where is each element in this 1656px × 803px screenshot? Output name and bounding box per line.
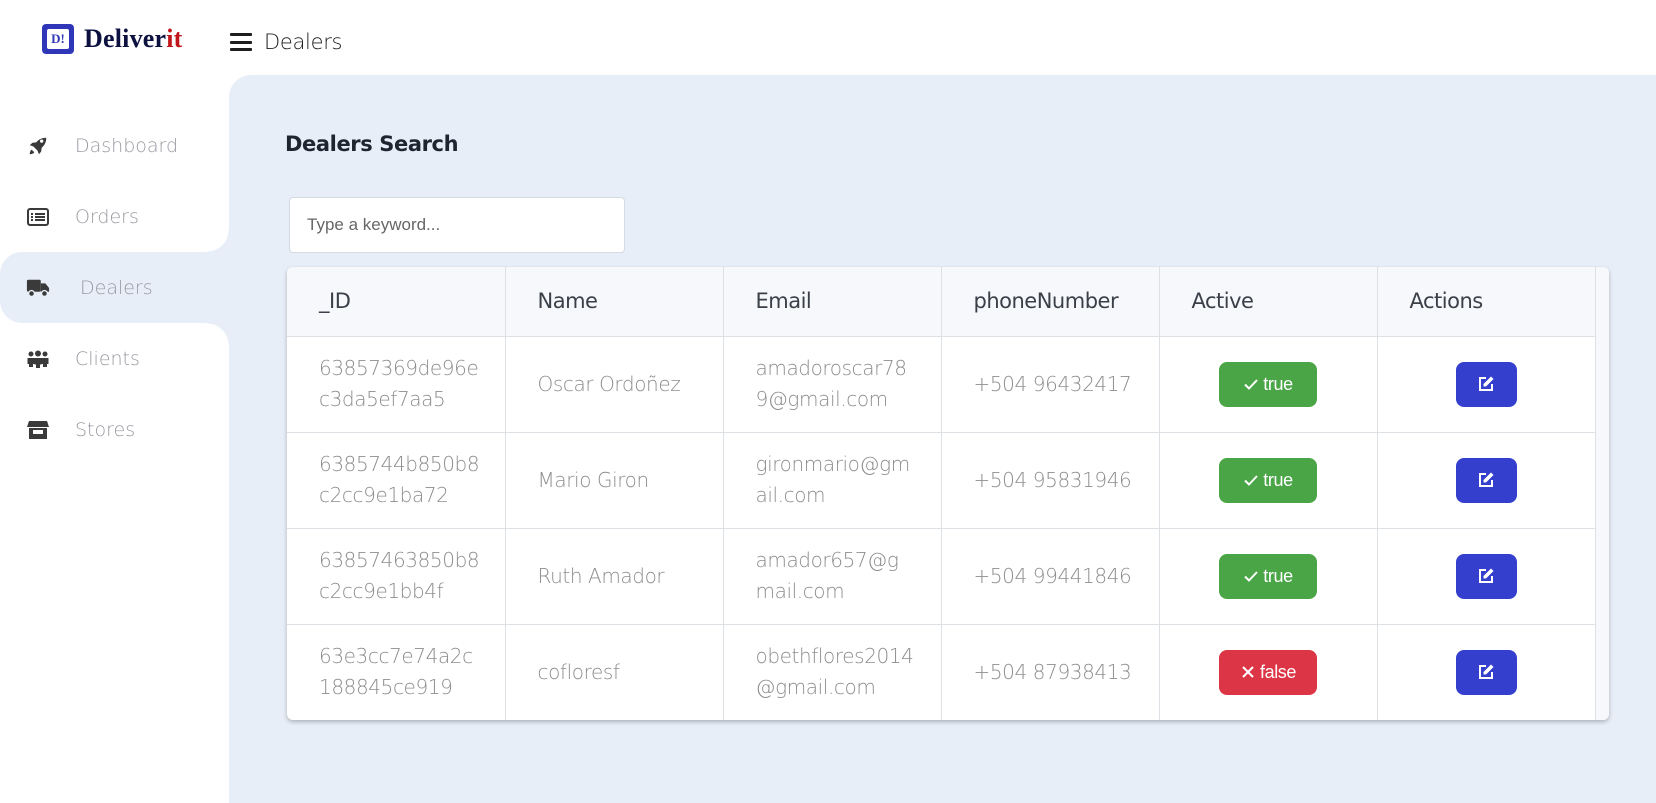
table-row: 6385744b850b8c2cc9e1ba72 Mario Giron gir… xyxy=(287,432,1596,529)
page-title: Dealers xyxy=(264,30,343,54)
cell-email: amador657@gmail.com xyxy=(723,528,942,625)
hamburger-icon[interactable] xyxy=(230,33,252,51)
sidebar-item-label: Stores xyxy=(75,418,136,441)
cell-id: 63857463850b8c2cc9e1bb4f xyxy=(287,528,506,625)
sidebar-item-orders[interactable]: Orders xyxy=(0,181,229,252)
cell-active: true xyxy=(1159,528,1378,625)
check-icon xyxy=(1244,571,1259,582)
cell-name: Ruth Amador xyxy=(505,528,724,625)
status-badge[interactable]: false xyxy=(1219,649,1317,695)
sidebar-item-label: Dealers xyxy=(80,276,153,299)
store-icon xyxy=(26,418,50,442)
logo-badge: D! xyxy=(42,24,74,54)
status-badge-label: true xyxy=(1263,469,1293,490)
check-icon xyxy=(1244,379,1259,390)
topbar: Dealers xyxy=(230,30,343,54)
sidebar-item-label: Orders xyxy=(75,205,139,228)
cell-id: 6385744b850b8c2cc9e1ba72 xyxy=(287,432,506,529)
edit-button[interactable] xyxy=(1455,457,1517,503)
logo-text: Deliverit xyxy=(84,24,183,54)
cell-actions xyxy=(1377,528,1596,625)
users-icon xyxy=(26,347,50,371)
table-row: 63e3cc7e74a2c188845ce919 cofloresf obeth… xyxy=(287,624,1596,720)
sidebar-item-clients[interactable]: Clients xyxy=(0,323,229,394)
logo-name-main: Deliver xyxy=(84,24,167,53)
logo-name-accent: it xyxy=(166,24,183,53)
table-row: 63857369de96ec3da5ef7aa5 Oscar Ordoñez a… xyxy=(287,336,1596,433)
table-header-row: _ID Name Email phoneNumber Active Action… xyxy=(287,267,1596,337)
column-header-id[interactable]: _ID xyxy=(287,267,506,337)
cell-actions xyxy=(1377,432,1596,529)
app-logo[interactable]: D! Deliverit xyxy=(42,24,183,54)
edit-button[interactable] xyxy=(1455,361,1517,407)
x-icon xyxy=(1242,666,1254,678)
table-row: 63857463850b8c2cc9e1bb4f Ruth Amador ama… xyxy=(287,528,1596,625)
edit-icon xyxy=(1479,472,1494,487)
cell-phone: +504 96432417 xyxy=(941,336,1160,433)
column-header-active[interactable]: Active xyxy=(1159,267,1378,337)
column-header-name[interactable]: Name xyxy=(505,267,724,337)
rocket-icon xyxy=(26,134,50,158)
status-badge[interactable]: true xyxy=(1219,553,1317,599)
sidebar-item-label: Clients xyxy=(75,347,140,370)
cell-name: cofloresf xyxy=(505,624,724,720)
cell-active: true xyxy=(1159,432,1378,529)
cell-actions xyxy=(1377,624,1596,720)
edit-icon xyxy=(1479,376,1494,391)
dealers-table: _ID Name Email phoneNumber Active Action… xyxy=(287,267,1609,720)
section-title: Dealers Search xyxy=(285,132,459,156)
cell-name: Oscar Ordoñez xyxy=(505,336,724,433)
edit-icon xyxy=(1479,568,1494,583)
main-panel: Dealers Search _ID Name Email phoneNumbe… xyxy=(229,75,1656,803)
cell-name: Mario Giron xyxy=(505,432,724,529)
sidebar-item-label: Dashboard xyxy=(75,134,179,157)
cell-email: amadoroscar789@gmail.com xyxy=(723,336,942,433)
cell-phone: +504 99441846 xyxy=(941,528,1160,625)
cell-actions xyxy=(1377,336,1596,433)
cell-email: obethflores2014@gmail.com xyxy=(723,624,942,720)
column-header-email[interactable]: Email xyxy=(723,267,942,337)
status-badge[interactable]: true xyxy=(1219,457,1317,503)
cell-id: 63e3cc7e74a2c188845ce919 xyxy=(287,624,506,720)
edit-icon xyxy=(1479,664,1494,680)
status-badge-label: true xyxy=(1263,565,1293,586)
sidebar-item-stores[interactable]: Stores xyxy=(0,394,229,465)
cell-active: true xyxy=(1159,336,1378,433)
sidebar-item-dealers[interactable]: Dealers xyxy=(0,230,229,345)
status-badge-label: false xyxy=(1259,661,1297,682)
list-icon xyxy=(26,205,50,229)
cell-id: 63857369de96ec3da5ef7aa5 xyxy=(287,336,506,433)
cell-active: false xyxy=(1159,624,1378,720)
status-badge[interactable]: true xyxy=(1219,361,1317,407)
column-header-actions: Actions xyxy=(1377,267,1596,337)
sidebar-item-dashboard[interactable]: Dashboard xyxy=(0,110,229,181)
truck-icon xyxy=(26,276,50,300)
check-icon xyxy=(1244,475,1259,486)
sidebar: Dashboard Orders Dealers Clients Stores xyxy=(0,110,229,465)
search-input[interactable] xyxy=(289,197,625,253)
status-badge-label: true xyxy=(1263,373,1293,394)
column-header-phone[interactable]: phoneNumber xyxy=(941,267,1160,337)
cell-phone: +504 87938413 xyxy=(941,624,1160,720)
cell-phone: +504 95831946 xyxy=(941,432,1160,529)
edit-button[interactable] xyxy=(1455,553,1517,599)
logo-badge-text: D! xyxy=(47,29,69,49)
cell-email: gironmario@gmail.com xyxy=(723,432,942,529)
edit-button[interactable] xyxy=(1455,649,1517,695)
